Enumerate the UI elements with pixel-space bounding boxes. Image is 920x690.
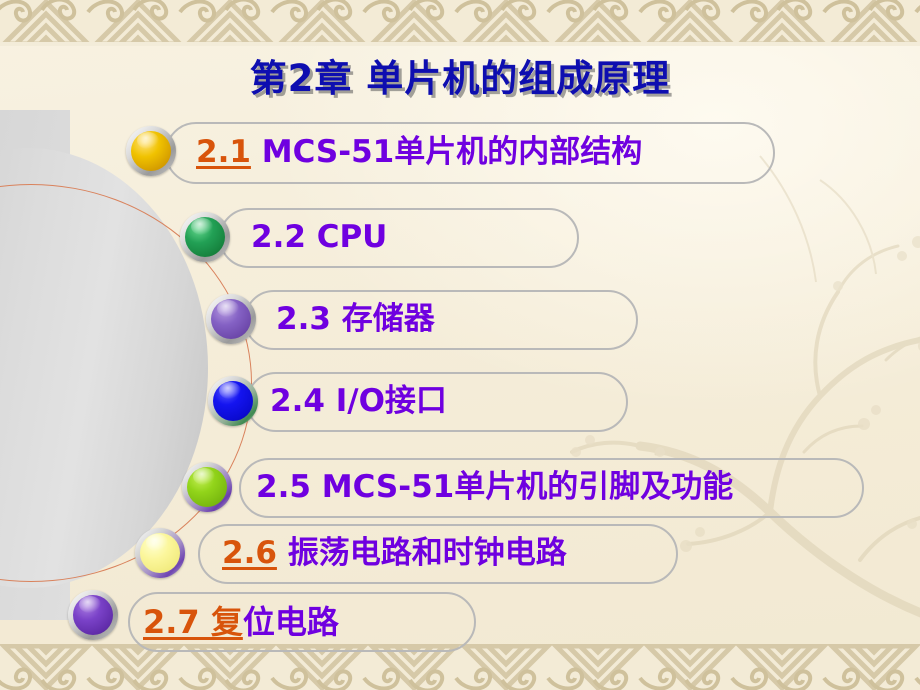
- item-label-3: 2.3 存储器: [276, 304, 435, 335]
- item-label-1: 2.1 MCS-51单片机的内部结构: [196, 137, 642, 168]
- item-text-6: 振荡电路和时钟电路: [276, 535, 567, 571]
- item-text-2: CPU: [305, 219, 388, 255]
- bullet-icon-7: [68, 590, 118, 640]
- item-label-4: 2.4 I/O接口: [270, 386, 447, 417]
- bullet-icon-3: [206, 294, 256, 344]
- item-number-5: 2.5: [256, 469, 311, 505]
- item-text-7: 位电路: [242, 603, 339, 641]
- item-label-7: 2.7 复位电路: [143, 606, 339, 638]
- item-text-4: I/O接口: [324, 383, 447, 419]
- bullet-icon-5: [182, 462, 232, 512]
- item-label-5: 2.5 MCS-51单片机的引脚及功能: [256, 472, 733, 503]
- bullet-icon-4: [208, 376, 258, 426]
- item-number-6: 2.6: [222, 535, 277, 571]
- item-text-1: MCS-51单片机的内部结构: [250, 134, 643, 170]
- item-number-1: 2.1: [196, 134, 251, 170]
- item-number-7: 2.7 复: [143, 603, 243, 641]
- item-label-6: 2.6 振荡电路和时钟电路: [222, 538, 567, 569]
- item-number-4: 2.4: [270, 383, 325, 419]
- bullet-icon-2: [180, 212, 230, 262]
- bullet-icon-6: [135, 528, 185, 578]
- slide-canvas: 第2章 单片机的组成原理 2.1 MCS-51单片机的内部结构 2.2 CPU …: [0, 0, 920, 690]
- item-number-2: 2.2: [251, 219, 306, 255]
- bullet-icon-1: [126, 126, 176, 176]
- item-text-5: MCS-51单片机的引脚及功能: [310, 469, 734, 505]
- item-number-3: 2.3: [276, 301, 331, 337]
- page-title: 第2章 单片机的组成原理: [249, 57, 671, 100]
- item-label-2: 2.2 CPU: [251, 222, 387, 253]
- item-text-3: 存储器: [330, 301, 435, 337]
